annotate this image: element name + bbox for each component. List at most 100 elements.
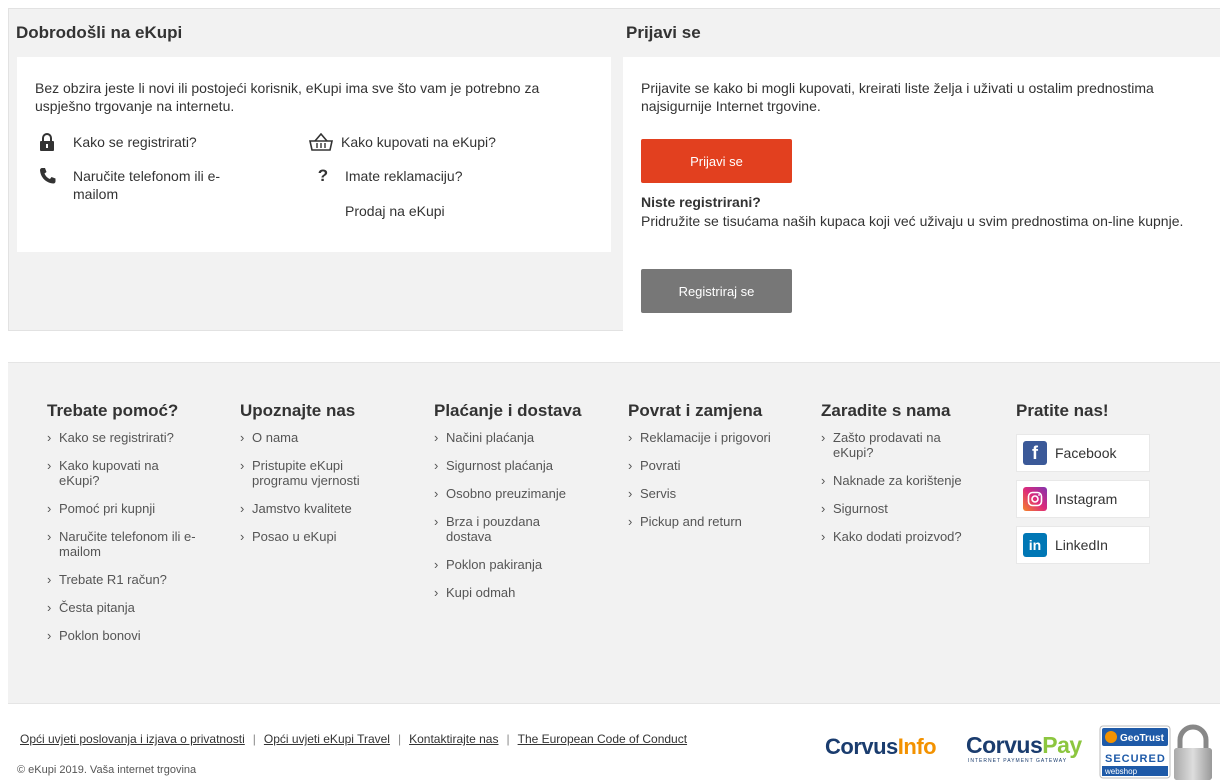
order-by-phone-link[interactable]: Naručite telefonom ili e-mailom: [39, 167, 239, 203]
chevron-right-icon: ›: [240, 458, 245, 473]
chevron-right-icon: ›: [434, 514, 439, 529]
login-button[interactable]: Prijavi se: [641, 139, 792, 183]
linkedin-label: LinkedIn: [1055, 537, 1108, 553]
footer-link[interactable]: › O nama: [240, 430, 420, 445]
footer-link[interactable]: › Servis: [628, 486, 808, 501]
sell-on-ekupi-link[interactable]: Prodaj na eKupi: [345, 202, 445, 220]
chevron-right-icon: ›: [434, 557, 439, 572]
footer-links-panel: Trebate pomoć? › Kako se registrirati? › K…: [8, 362, 1220, 704]
footer-col-title: Upoznajte nas: [240, 401, 356, 420]
how-to-shop-link[interactable]: Kako kupovati na eKupi?: [309, 133, 496, 151]
footer-link[interactable]: › Kako dodati proizvod?: [821, 529, 1001, 544]
footer-link[interactable]: › Trebate R1 račun?: [47, 572, 227, 587]
footer-link[interactable]: › Reklamacije i prigovori: [628, 430, 808, 445]
footer-link[interactable]: › Jamstvo kvalitete: [240, 501, 420, 516]
chevron-right-icon: ›: [47, 600, 52, 615]
footer-link[interactable]: › Pickup and return: [628, 514, 808, 529]
corvus-pay-logo: CorvusPay INTERNET PAYMENT GATEWAY: [966, 732, 1082, 764]
facebook-link[interactable]: f Facebook: [1016, 434, 1150, 472]
separator: |: [506, 732, 510, 746]
separator: |: [397, 732, 402, 746]
footer-link[interactable]: › Kako se registrirati?: [47, 430, 227, 445]
chevron-right-icon: ›: [47, 501, 52, 516]
geotrust-secured-badge[interactable]: GeoTrust SECURED webshop: [1098, 724, 1212, 780]
welcome-card: Bez obzira jeste li novi ili postojeći k…: [17, 57, 611, 252]
footer-link[interactable]: › Česta pitanja: [47, 600, 227, 615]
separator: |: [252, 732, 256, 746]
footer-col-title: Zaradite s nama: [821, 401, 951, 420]
join-text: Pridružite se tisućama naših kupaca koji…: [641, 213, 1184, 229]
footer-link[interactable]: › Pristupite eKupi programu vjernosti: [240, 458, 400, 488]
contact-link[interactable]: Kontaktirajte nas: [409, 732, 498, 746]
footer-link[interactable]: › Sigurnost: [821, 501, 1001, 516]
geotrust-secured: SECURED: [1105, 753, 1166, 765]
footer-link[interactable]: › Poklon bonovi: [47, 628, 227, 643]
complaint-link[interactable]: ? Imate reklamaciju?: [313, 167, 463, 185]
geotrust-webshop: webshop: [1104, 767, 1138, 776]
footer-link[interactable]: › Kupi odmah: [434, 585, 614, 600]
login-text: Prijavite se kako bi mogli kupovati, kre…: [641, 80, 1154, 114]
order-by-phone-label: Naručite telefonom ili e-mailom: [73, 168, 221, 202]
terms-privacy-link[interactable]: Opći uvjeti poslovanja i izjava o privat…: [20, 732, 245, 746]
footer-link[interactable]: › Posao u eKupi: [240, 529, 420, 544]
account-panel: Dobrodošli na eKupi Prijavi se Bez obzir…: [8, 8, 1220, 331]
geotrust-brand: GeoTrust: [1120, 733, 1165, 744]
footer-link[interactable]: › Načini plaćanja: [434, 430, 614, 445]
not-registered-heading: Niste registrirani?: [641, 194, 761, 210]
chevron-right-icon: ›: [628, 514, 633, 529]
footer-link[interactable]: › Kako kupovati na eKupi?: [47, 458, 197, 488]
footer-col-title: Trebate pomoć?: [47, 401, 179, 420]
instagram-link[interactable]: Instagram: [1016, 480, 1150, 518]
chevron-right-icon: ›: [47, 572, 52, 587]
lock-icon: [39, 133, 61, 151]
footer-col-title: Plaćanje i dostava: [434, 401, 582, 420]
facebook-icon: f: [1023, 441, 1047, 465]
footer-link[interactable]: › Zašto prodavati na eKupi?: [821, 430, 971, 460]
chevron-right-icon: ›: [240, 529, 245, 544]
footer-col-payment: Plaćanje i dostava › Načini plaćanja › Sig…: [434, 401, 614, 613]
footer-link[interactable]: › Osobno preuzimanje: [434, 486, 614, 501]
footer-link[interactable]: › Pomoć pri kupnji: [47, 501, 227, 516]
login-title: Prijavi se: [626, 23, 701, 42]
chevron-right-icon: ›: [434, 486, 439, 501]
footer-link[interactable]: › Sigurnost plaćanja: [434, 458, 614, 473]
code-of-conduct-link[interactable]: The European Code of Conduct: [518, 732, 687, 746]
footer-link[interactable]: › Brza i pouzdana dostava: [434, 514, 574, 544]
linkedin-icon: in: [1023, 533, 1047, 557]
phone-icon: [39, 167, 61, 185]
chevron-right-icon: ›: [434, 430, 439, 445]
chevron-right-icon: ›: [821, 501, 826, 516]
chevron-right-icon: ›: [434, 585, 439, 600]
chevron-right-icon: ›: [47, 458, 52, 473]
footer-col-social: Pratite nas!: [1016, 401, 1196, 430]
chevron-right-icon: ›: [821, 473, 826, 488]
chevron-right-icon: ›: [628, 486, 633, 501]
footer-col-title: Povrat i zamjena: [628, 401, 763, 420]
chevron-right-icon: ›: [47, 628, 52, 643]
travel-terms-link[interactable]: Opći uvjeti eKupi Travel: [264, 732, 390, 746]
footer-col-help: Trebate pomoć? › Kako se registrirati? › K…: [47, 401, 227, 656]
footer-link[interactable]: › Poklon pakiranja: [434, 557, 614, 572]
instagram-label: Instagram: [1055, 491, 1118, 507]
footer-link[interactable]: › Naručite telefonom ili e-mailom: [47, 529, 217, 559]
footer-link[interactable]: › Naknade za korištenje: [821, 473, 1001, 488]
chevron-right-icon: ›: [821, 430, 826, 445]
facebook-label: Facebook: [1055, 445, 1117, 461]
sell-on-ekupi-label: Prodaj na eKupi: [345, 203, 445, 219]
welcome-title: Dobrodošli na eKupi: [16, 23, 183, 42]
complaint-label: Imate reklamaciju?: [345, 168, 463, 184]
instagram-icon: [1023, 487, 1047, 511]
legal-links: Opći uvjeti poslovanja i izjava o privat…: [20, 732, 687, 746]
footer-link[interactable]: › Povrati: [628, 458, 808, 473]
login-card: Prijavite se kako bi mogli kupovati, kre…: [623, 57, 1220, 331]
linkedin-link[interactable]: in LinkedIn: [1016, 526, 1150, 564]
how-to-shop-label: Kako kupovati na eKupi?: [341, 134, 496, 150]
question-icon: ?: [317, 166, 329, 185]
register-button[interactable]: Registriraj se: [641, 269, 792, 313]
how-to-register-link[interactable]: Kako se registrirati?: [39, 133, 197, 151]
footer-col-returns: Povrat i zamjena › Reklamacije i prigovor…: [628, 401, 808, 542]
footer-col-about: Upoznajte nas › O nama › Pristupite eKupi …: [240, 401, 420, 557]
chevron-right-icon: ›: [434, 458, 439, 473]
copyright-text: © eKupi 2019. Vaša internet trgovina: [17, 764, 197, 776]
footer-col-earn: Zaradite s nama › Zašto prodavati na eKup…: [821, 401, 1001, 557]
